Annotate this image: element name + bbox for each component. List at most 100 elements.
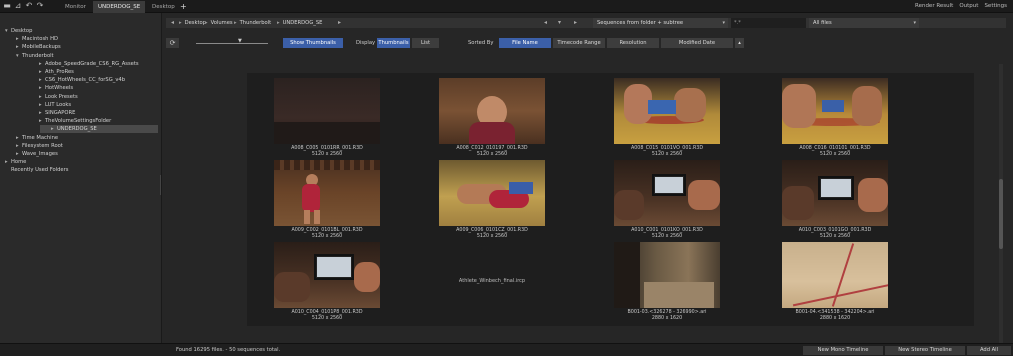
tree-item[interactable]: ▸ Filesystem Root	[16, 142, 63, 150]
tree-item[interactable]: Recently Used Folders	[5, 166, 68, 174]
thumbnail-item[interactable]: A009_C006_0101CZ_001.R3D 5120 x 2560	[417, 160, 567, 240]
tree-item-label: Wave_Images	[22, 151, 58, 157]
menu-render-result[interactable]: Render Result	[915, 0, 953, 13]
thumbnail-item[interactable]: A010_C003_0101GO_001.R3D 5120 x 2560	[760, 160, 910, 240]
import-icon[interactable]: ⊿	[14, 2, 22, 10]
tree-item[interactable]: ▸ SINGAPORE	[39, 109, 75, 117]
tree-item[interactable]: ▸ Home	[5, 158, 26, 166]
tab-monitor[interactable]: Monitor	[60, 1, 91, 13]
thumbnail-image[interactable]	[614, 242, 720, 308]
folder-icon[interactable]: ▬	[3, 2, 11, 10]
thumbnail-item[interactable]: A008_C012_010197_001.R3D 5120 x 2560	[417, 78, 567, 158]
browser-toolbar: ⟳ ▼ Show Thumbnails Display Thumbnails L…	[166, 38, 1006, 50]
add-tab-button[interactable]: +	[175, 1, 192, 13]
tree-item-label: Adobe_SpeedGrade_CS6_RG_Assets	[45, 60, 139, 67]
sort-timecode-range-button[interactable]: Timecode Range	[553, 38, 605, 48]
tree-item-label: TheVolumeSettingsFolder	[45, 118, 112, 125]
add-all-button[interactable]: Add All	[967, 346, 1011, 355]
thumbnail-item[interactable]: B001-03.<326278 - 326990>.ari 2880 x 1620	[592, 242, 742, 322]
tree-item-label: SINGAPORE	[45, 110, 76, 116]
tab-underdog-se[interactable]: UNDERDOG_SE	[93, 1, 146, 13]
tree-item[interactable]: ▸ Wave_Images	[16, 150, 58, 158]
history-dropdown-icon[interactable]: ▾	[558, 18, 561, 28]
history-back-icon[interactable]: ◂	[544, 18, 547, 28]
thumbnail-image[interactable]	[614, 160, 720, 226]
thumbnail-image[interactable]	[274, 160, 380, 226]
new-stereo-timeline-button[interactable]: New Stereo Timeline	[885, 346, 965, 355]
thumbnail-item[interactable]: A008_C005_0101RR_001.R3D 5120 x 2560	[252, 78, 402, 158]
resolution-label: 2880 x 1620	[819, 316, 851, 321]
resolution-label: 5120 x 2560	[651, 152, 683, 157]
tree-item[interactable]: ▸ Adobe_SpeedGrade_CS6_RG_Assets	[39, 60, 139, 68]
thumbnail-item[interactable]: A008_C015_0101VO_001.R3D 5120 x 2560	[592, 78, 742, 158]
tree-item-label: Macintosh HD	[22, 36, 58, 43]
tree-item[interactable]: ▾ Desktop	[5, 27, 32, 35]
thumbnail-item[interactable]: A009_C002_0101BL_001.R3D 5120 x 2560	[252, 160, 402, 240]
refresh-button[interactable]: ⟳	[166, 38, 179, 48]
tree-item[interactable]: ▸ Macintosh HD	[16, 35, 58, 43]
history-forward-icon[interactable]: ▸	[574, 18, 577, 28]
panel-splitter[interactable]	[160, 175, 161, 195]
thumbnail-item[interactable]: A008_C016_010101_001.R3D 5120 x 2560	[760, 78, 910, 158]
display-list-button[interactable]: List	[412, 38, 439, 48]
breadcrumb-thunderbolt[interactable]: ▸ Thunderbolt	[234, 18, 271, 28]
undo-icon[interactable]: ↶	[25, 2, 33, 10]
thumbnail-image[interactable]	[782, 160, 888, 226]
thumbnail-size-slider[interactable]	[196, 43, 268, 44]
tree-item-label: LUT Looks	[45, 101, 72, 108]
thumbnail-item[interactable]: B001-04.<341538 - 342204>.ari 2880 x 1620	[760, 242, 910, 322]
search-input[interactable]: *.*	[731, 18, 806, 28]
file-filter-dropdown[interactable]: All files ▾	[809, 18, 919, 28]
resolution-label: 5120 x 2560	[476, 234, 508, 239]
chevron-down-icon: ▾	[722, 20, 725, 26]
tree-item[interactable]: ▸ Look Presets	[39, 93, 78, 101]
toolbar-icons: ▬ ⊿ ↶ ↷	[3, 2, 44, 10]
tree-item-label: Home	[11, 159, 27, 166]
thumbnail-item[interactable]: A010_C001_0101KO_001.R3D 5120 x 2560	[592, 160, 742, 240]
show-thumbnails-button[interactable]: Show Thumbnails	[283, 38, 343, 48]
thumbnail-image[interactable]	[782, 242, 888, 308]
menu-output[interactable]: Output	[959, 0, 978, 13]
thumbnail-image[interactable]	[439, 78, 545, 144]
source-filter-dropdown[interactable]: Sequences from folder + subtree ▾	[593, 18, 728, 28]
thumbnail-image[interactable]	[274, 242, 380, 308]
new-mono-timeline-button[interactable]: New Mono Timeline	[803, 346, 883, 355]
thumbnail-grid: A008_C005_0101RR_001.R3D 5120 x 2560 A008…	[247, 73, 974, 326]
tree-item[interactable]: ▸ LUT Looks	[39, 101, 71, 109]
thumbnail-image[interactable]	[614, 78, 720, 144]
tree-item[interactable]: ▸ TheVolumeSettingsFolder	[39, 117, 111, 125]
display-thumbnails-button[interactable]: Thumbnails	[377, 38, 410, 48]
tree-item[interactable]: ▸ Ath_ProRes	[39, 68, 74, 76]
breadcrumb-desktop[interactable]: ▸ Desktop	[179, 18, 206, 28]
tree-item-label: Ath_ProRes	[45, 69, 74, 75]
path-bar: ◂ ▸ Desktop ▸ Volumes ▸ Thunderbolt ▸ UNDERD…	[166, 18, 1006, 28]
tree-item[interactable]: ▸ UNDERDOG_SE	[40, 125, 158, 134]
vertical-scrollbar[interactable]	[999, 64, 1003, 344]
breadcrumb-volumes[interactable]: ▸ Volumes	[205, 18, 233, 28]
scrollbar-thumb[interactable]	[999, 179, 1003, 249]
redo-icon[interactable]: ↷	[36, 2, 44, 10]
sort-modified-date-button[interactable]: Modified Date	[661, 38, 733, 48]
back-arrow-icon[interactable]: ◂	[171, 18, 174, 28]
thumbnail-image[interactable]	[439, 160, 545, 226]
menu-settings[interactable]: Settings	[984, 0, 1007, 13]
tree-item[interactable]: ▸ HotWheels	[39, 84, 73, 92]
tree-item-label: Time Machine	[22, 134, 59, 141]
thumbnail-image[interactable]	[782, 78, 888, 144]
breadcrumb-more-arrow[interactable]: ▸	[338, 18, 341, 28]
tree-item[interactable]: ▸ MobileBackups	[16, 43, 61, 51]
tree-item-label: Filesystem Root	[22, 142, 63, 149]
slider-knob[interactable]: ▼	[238, 38, 242, 44]
tree-item[interactable]: ▾ Thunderbolt	[16, 52, 54, 60]
sort-file-name-button[interactable]: File Name	[499, 38, 551, 48]
tree-item[interactable]: ▸ Time Machine	[16, 134, 58, 142]
thumbnail-item[interactable]: A010_C004_0101P8_001.R3D 5120 x 2560	[252, 242, 402, 322]
thumbnail-item[interactable]: Athlete_Winbech_final.ircp	[417, 242, 567, 322]
thumbnail-image[interactable]	[274, 78, 380, 144]
sort-direction-button[interactable]: ▴	[735, 38, 744, 48]
breadcrumb-underdog-se[interactable]: ▸ UNDERDOG_SE	[277, 18, 322, 28]
display-label: Display	[356, 40, 376, 46]
sort-resolution-button[interactable]: Resolution	[607, 38, 659, 48]
folder-tree-panel: ▾ Desktop ▸ Macintosh HD ▸ MobileBackups ▾ Thun…	[0, 13, 162, 343]
tree-item[interactable]: ▸ CS6_HotWheels_CC_forSG_v4b	[39, 76, 125, 84]
